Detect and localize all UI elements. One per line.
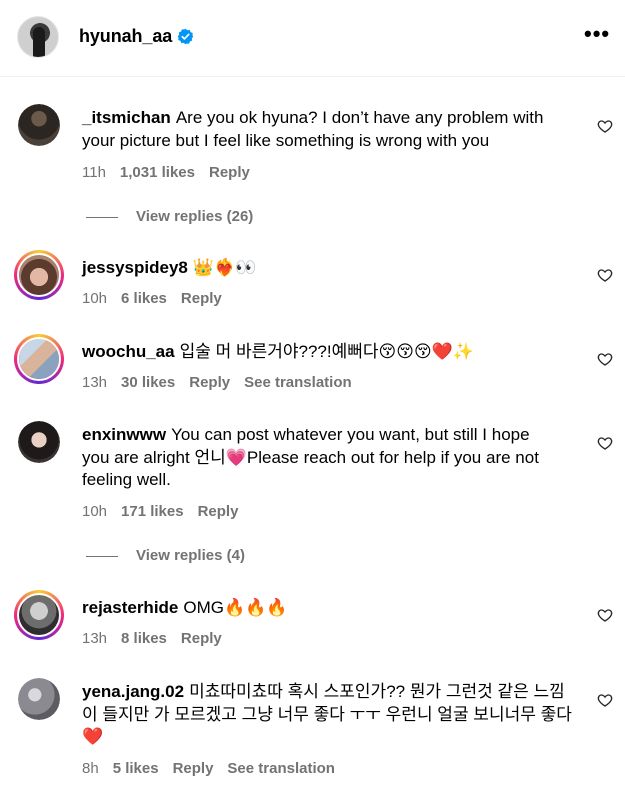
- reply-button[interactable]: Reply: [173, 760, 214, 777]
- comment-text-line: You can post whatever you want, but stil…: [171, 425, 530, 444]
- reply-button[interactable]: Reply: [181, 290, 222, 307]
- comment-likes[interactable]: 30 likes: [121, 374, 175, 391]
- comment-text-line: OMG🔥🔥🔥: [183, 598, 288, 617]
- reply-button[interactable]: Reply: [209, 164, 250, 181]
- comment-avatar[interactable]: [18, 104, 60, 146]
- comment-avatar-story-ring[interactable]: [14, 590, 64, 640]
- like-heart-icon[interactable]: [597, 351, 613, 367]
- comment-text-line: 👑❤️‍🔥👀: [192, 258, 257, 277]
- verified-badge-icon: [177, 28, 194, 45]
- comment-time[interactable]: 13h: [82, 374, 107, 391]
- comment-time[interactable]: 10h: [82, 290, 107, 307]
- more-options-icon[interactable]: •••: [584, 23, 610, 45]
- view-replies-button[interactable]: View replies (26): [86, 208, 253, 225]
- comment-avatar[interactable]: [18, 678, 60, 720]
- comment-username[interactable]: enxinwww: [82, 425, 166, 444]
- like-heart-icon[interactable]: [597, 692, 613, 708]
- header-username[interactable]: hyunah_aa: [79, 26, 172, 47]
- comment-likes[interactable]: 8 likes: [121, 630, 167, 647]
- reply-button[interactable]: Reply: [181, 630, 222, 647]
- comment-text-line: ❤️: [82, 727, 104, 746]
- see-translation-button[interactable]: See translation: [244, 374, 352, 391]
- comment-likes[interactable]: 1,031 likes: [120, 164, 195, 181]
- comment-meta: 10h 171 likes Reply: [82, 503, 252, 520]
- comment-text-line: 입술 머 바른거야???!예뻐다😚😚😚❤️✨: [179, 342, 475, 361]
- comment-meta: 13h 8 likes Reply: [82, 630, 236, 647]
- comment-username[interactable]: yena.jang.02: [82, 682, 184, 701]
- comment-time[interactable]: 13h: [82, 630, 107, 647]
- comment-meta: 8h 5 likes Reply See translation: [82, 760, 349, 777]
- comment-avatar-story-ring[interactable]: [14, 334, 64, 384]
- reply-button[interactable]: Reply: [198, 503, 239, 520]
- comment-meta: 10h 6 likes Reply: [82, 290, 236, 307]
- comment-username[interactable]: rejasterhide: [82, 598, 178, 617]
- reply-button[interactable]: Reply: [189, 374, 230, 391]
- comment-likes[interactable]: 5 likes: [113, 760, 159, 777]
- comment-text-line: 이 들지만 가 모르겠고 그냥 너무 좋다 ㅜㅜ 우런니 얼굴 보니너무 좋다: [82, 704, 572, 724]
- reply-divider-line: [86, 216, 118, 218]
- comment-text-line: feeling well.: [82, 470, 171, 489]
- comment-avatar[interactable]: [18, 421, 60, 463]
- comment-username[interactable]: woochu_aa: [82, 342, 175, 361]
- comment-username[interactable]: jessyspidey8: [82, 258, 188, 277]
- like-heart-icon[interactable]: [597, 607, 613, 623]
- see-translation-button[interactable]: See translation: [227, 760, 335, 777]
- comment-meta: 13h 30 likes Reply See translation: [82, 374, 366, 391]
- like-heart-icon[interactable]: [597, 267, 613, 283]
- comment-avatar-story-ring[interactable]: [14, 250, 64, 300]
- profile-avatar[interactable]: [17, 16, 59, 58]
- comment-username[interactable]: _itsmichan: [82, 108, 171, 127]
- like-heart-icon[interactable]: [597, 118, 613, 134]
- comment-likes[interactable]: 171 likes: [121, 503, 184, 520]
- comment-text-line: your picture but I feel like something i…: [82, 130, 490, 150]
- view-replies-button[interactable]: View replies (4): [86, 547, 245, 564]
- comment-likes[interactable]: 6 likes: [121, 290, 167, 307]
- reply-divider-line: [86, 555, 118, 557]
- post-header: hyunah_aa •••: [0, 0, 625, 77]
- comment-time[interactable]: 10h: [82, 503, 107, 520]
- comment-time[interactable]: 11h: [82, 164, 106, 181]
- comment-text-line: you are alright 언니💗Please reach out for …: [82, 447, 539, 467]
- like-heart-icon[interactable]: [597, 435, 613, 451]
- comment-text-line: Are you ok hyuna? I don’t have any probl…: [175, 108, 544, 127]
- comment-meta: 11h 1,031 likes Reply: [82, 164, 264, 181]
- comment-text-line: 미쵸따미쵸따 혹시 스포인가?? 뭔가 그런것 같은 느낌: [189, 682, 565, 701]
- comment-time[interactable]: 8h: [82, 760, 99, 777]
